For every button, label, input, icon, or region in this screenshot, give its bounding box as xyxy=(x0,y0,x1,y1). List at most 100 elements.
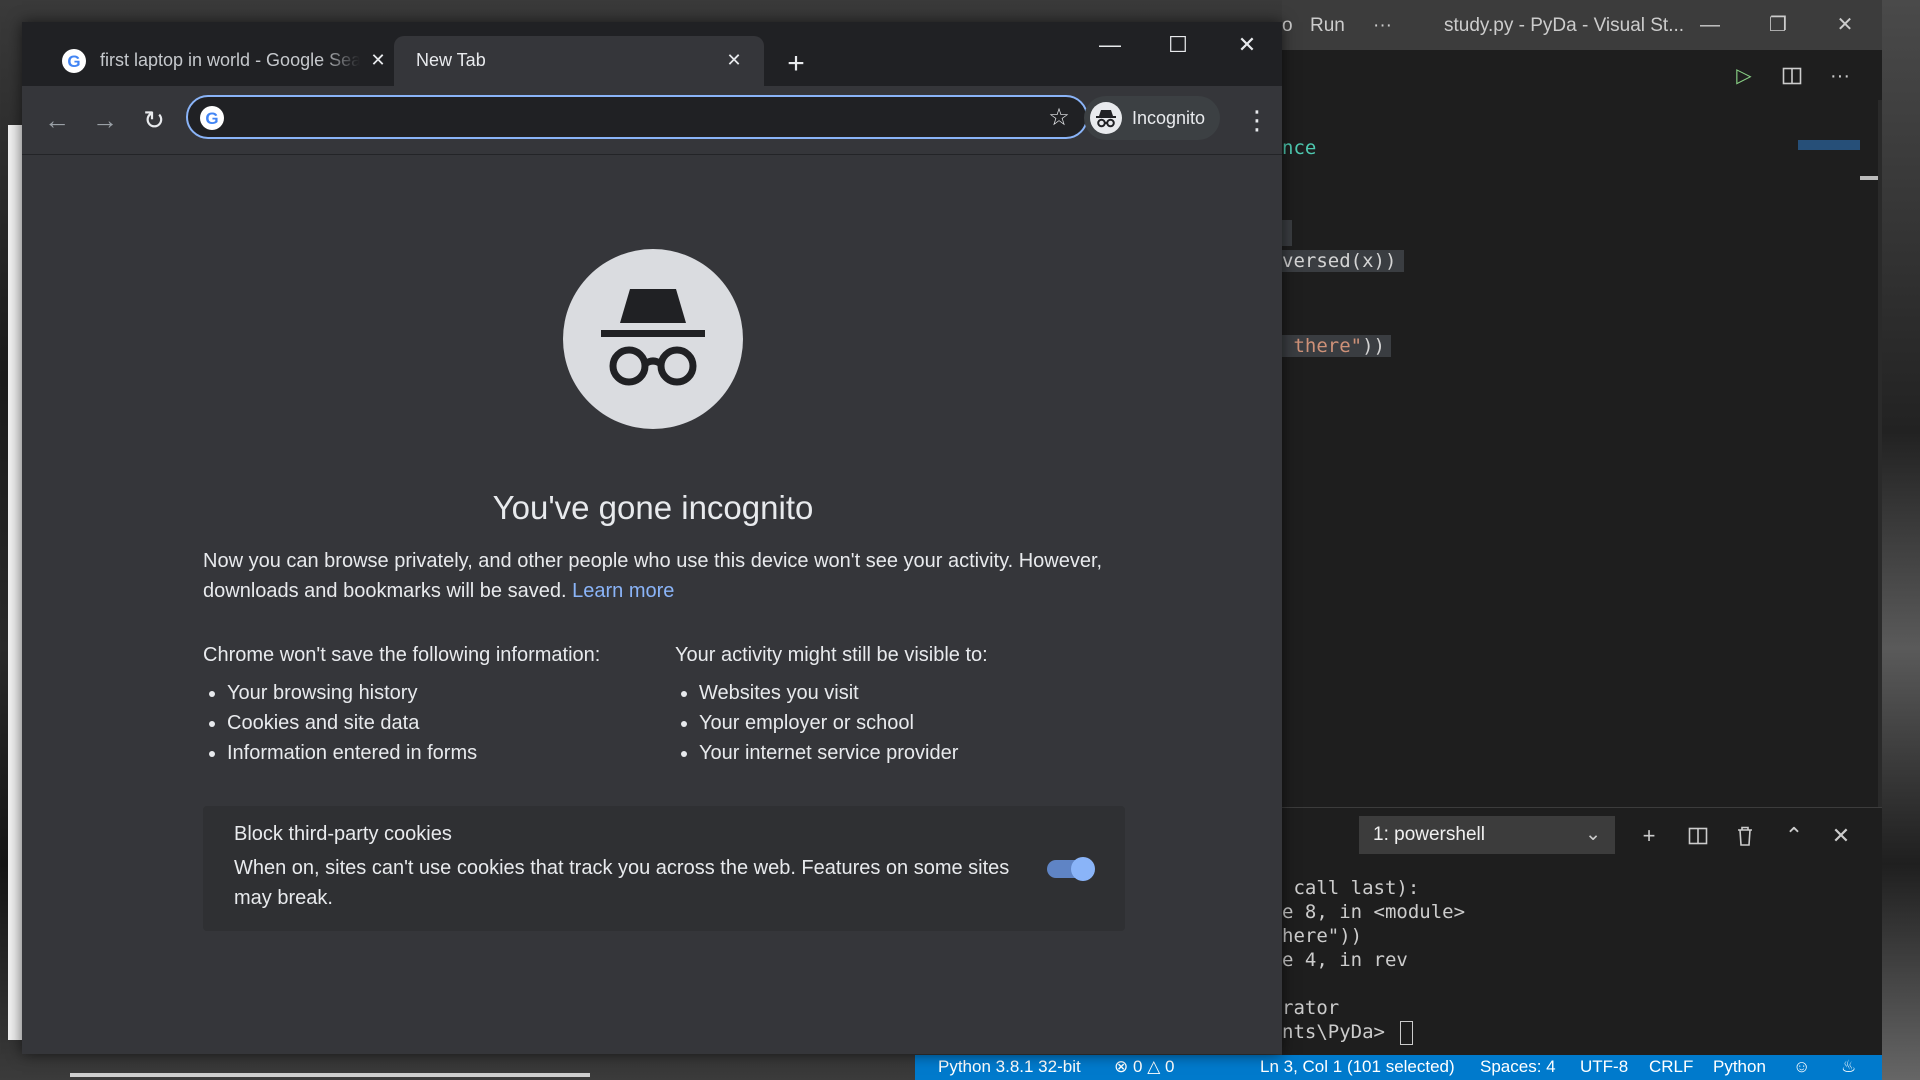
code-string: there" xyxy=(1282,335,1363,357)
code-line: nce xyxy=(1282,137,1317,159)
not-saved-heading: Chrome won't save the following informat… xyxy=(203,644,601,666)
cookie-controls-card: Block third-party cookies When on, sites… xyxy=(203,806,1125,931)
maximize-icon[interactable]: ❐ xyxy=(1761,10,1795,40)
close-icon[interactable]: ✕ xyxy=(1219,28,1275,62)
menu-item-run[interactable]: Run xyxy=(1310,15,1345,37)
vscode-window: o Run ··· study.py - PyDa - Visual St...… xyxy=(1282,0,1882,1080)
toggle-knob xyxy=(1071,857,1095,881)
minimize-icon[interactable]: — xyxy=(1082,28,1138,62)
terminal-line: call last): xyxy=(1282,877,1420,899)
terminal-selector[interactable]: 1: powershell ⌄ xyxy=(1359,816,1615,854)
window-title: study.py - PyDa - Visual St... xyxy=(1444,15,1685,36)
warning-icon: △ xyxy=(1147,1057,1161,1076)
language-mode[interactable]: Python xyxy=(1713,1057,1766,1077)
list-item: Cookies and site data xyxy=(227,708,477,738)
list-item: Your employer or school xyxy=(699,708,958,738)
svg-text:G: G xyxy=(67,52,80,71)
code-editor[interactable]: nce versed(x)) there")) xyxy=(1282,100,1882,807)
python-interpreter[interactable]: Python 3.8.1 32-bit xyxy=(938,1057,1081,1077)
terminal-output[interactable]: call last): e 8, in <module> here")) e 4, i… xyxy=(1282,876,1465,1045)
trash-icon[interactable] xyxy=(1729,820,1761,852)
error-count: 0 xyxy=(1132,1057,1143,1076)
terminal-prompt: nts\PyDa> xyxy=(1282,1021,1397,1043)
selection-highlight xyxy=(1282,220,1292,246)
incognito-avatar-icon xyxy=(1090,102,1122,134)
terminal-panel: 1: powershell ⌄ + ⌃ ✕ call last): e 8, in… xyxy=(1282,807,1882,1056)
new-tab-button[interactable]: + xyxy=(778,46,814,82)
tab-close-icon[interactable]: ✕ xyxy=(720,46,748,74)
back-arrow-icon[interactable]: ← xyxy=(38,101,76,139)
block-cookies-toggle[interactable] xyxy=(1047,857,1097,881)
notifications-bell-icon[interactable]: ♨ xyxy=(1841,1057,1856,1077)
split-terminal-icon[interactable] xyxy=(1682,820,1714,852)
editor-toolbar: ▷ ··· xyxy=(1282,50,1882,100)
background-window-edge xyxy=(8,125,22,1040)
tab-close-icon[interactable]: ✕ xyxy=(364,46,392,74)
terminal-line: e 4, in rev xyxy=(1282,949,1408,971)
more-actions-icon[interactable]: ··· xyxy=(1824,60,1856,92)
status-bar: Python 3.8.1 32-bit ⊗ 0 △ 0 Ln 3, Col 1 … xyxy=(915,1055,1882,1080)
maximize-icon[interactable]: ☐ xyxy=(1150,28,1206,62)
still-visible-list: Websites you visit Your employer or scho… xyxy=(675,678,958,768)
chevron-down-icon: ⌄ xyxy=(1585,824,1601,845)
close-icon[interactable]: ✕ xyxy=(1828,10,1862,40)
terminal-line: rator xyxy=(1282,997,1340,1019)
reload-icon[interactable]: ↻ xyxy=(135,101,173,139)
not-saved-list: Your browsing history Cookies and site d… xyxy=(203,678,477,768)
terminal-prompt-line: nts\PyDa> xyxy=(1282,1020,1465,1045)
minimize-icon[interactable]: — xyxy=(1693,10,1727,40)
tab-title: New Tab xyxy=(416,50,486,70)
maximize-panel-icon[interactable]: ⌃ xyxy=(1778,820,1810,852)
tab-strip: G first laptop in world - Google Search … xyxy=(22,22,1282,86)
menu-item-partial[interactable]: o xyxy=(1282,15,1293,37)
terminal-line: e 8, in <module> xyxy=(1282,901,1466,923)
tab-google-search[interactable]: G first laptop in world - Google Search … xyxy=(34,36,402,86)
code-line: there")) xyxy=(1282,335,1391,357)
incognito-profile-button[interactable]: Incognito xyxy=(1084,96,1220,140)
terminal-selector-label: 1: powershell xyxy=(1373,824,1485,845)
terminal-line: here")) xyxy=(1282,925,1363,947)
browser-toolbar: ← → ↻ G ☆ Incognito ⋮ xyxy=(22,86,1282,155)
problems-indicator[interactable]: ⊗ 0 △ 0 xyxy=(1114,1057,1174,1077)
google-logo-icon: G xyxy=(200,106,224,130)
list-item: Your internet service provider xyxy=(699,738,958,768)
code-suffix: )) xyxy=(1362,335,1385,357)
address-bar[interactable]: G ☆ xyxy=(186,95,1088,139)
learn-more-link[interactable]: Learn more xyxy=(572,580,674,602)
feedback-icon[interactable]: ☺ xyxy=(1793,1057,1810,1077)
bookmark-star-icon[interactable]: ☆ xyxy=(1044,103,1074,133)
warning-count: 0 xyxy=(1165,1057,1175,1076)
line-ending[interactable]: CRLF xyxy=(1649,1057,1693,1077)
cursor-position[interactable]: Ln 3, Col 1 (101 selected) xyxy=(1260,1057,1455,1077)
editor-scrollbar[interactable] xyxy=(1878,100,1882,807)
incognito-spy-icon xyxy=(563,249,743,429)
list-item: Information entered in forms xyxy=(227,738,477,768)
desktop-wallpaper-edge xyxy=(1880,0,1920,1080)
minimap-selection[interactable] xyxy=(1798,140,1860,150)
split-editor-icon[interactable] xyxy=(1776,60,1808,92)
kebab-menu-icon[interactable]: ⋮ xyxy=(1244,100,1270,140)
tab-title: first laptop in world - Google Search xyxy=(100,50,360,70)
tab-new-tab[interactable]: New Tab ✕ xyxy=(394,36,764,86)
indentation[interactable]: Spaces: 4 xyxy=(1480,1057,1556,1077)
cookie-card-title: Block third-party cookies xyxy=(234,823,452,845)
profile-label: Incognito xyxy=(1132,108,1206,128)
list-item: Your browsing history xyxy=(227,678,477,708)
address-input[interactable] xyxy=(238,105,1022,131)
close-panel-icon[interactable]: ✕ xyxy=(1825,820,1857,852)
vscode-titlebar: o Run ··· study.py - PyDa - Visual St...… xyxy=(1282,0,1882,50)
still-visible-heading: Your activity might still be visible to: xyxy=(675,644,988,666)
google-favicon-icon: G xyxy=(62,49,86,73)
encoding[interactable]: UTF-8 xyxy=(1580,1057,1628,1077)
list-item: Websites you visit xyxy=(699,678,958,708)
forward-arrow-icon[interactable]: → xyxy=(86,101,124,139)
run-python-icon[interactable]: ▷ xyxy=(1728,60,1760,92)
page-title: You've gone incognito xyxy=(492,489,814,526)
incognito-page: You've gone incognito Now you can browse… xyxy=(22,155,1282,1054)
menu-more-icon[interactable]: ··· xyxy=(1373,15,1392,37)
code-line: versed(x)) xyxy=(1282,250,1405,272)
terminal-cursor xyxy=(1400,1020,1414,1045)
background-window-bottom-edge xyxy=(70,1073,590,1077)
new-terminal-icon[interactable]: + xyxy=(1633,820,1665,852)
